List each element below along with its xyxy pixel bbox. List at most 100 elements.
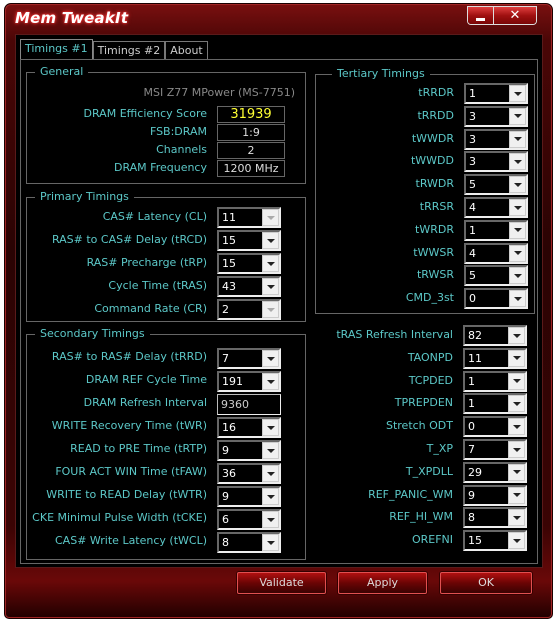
chevron-down-icon (266, 379, 275, 384)
taonpd-value: 11 (468, 351, 482, 365)
trrdd-label: tRRDD (417, 108, 454, 122)
dropdown-arrow-button[interactable] (508, 441, 525, 458)
ras-to-cas-delay-trcd-dropdown[interactable]: 15 (217, 230, 281, 251)
orefni-dropdown[interactable]: 15 (463, 530, 527, 552)
dropdown-arrow-button[interactable] (508, 532, 525, 550)
tab-about[interactable]: About (165, 41, 208, 60)
tab-timings-1[interactable]: Timings #1 (20, 39, 93, 60)
validate-button[interactable]: Validate (237, 572, 326, 594)
four-act-win-time-tfaw-dropdown[interactable]: 36 (217, 463, 281, 484)
ras-to-cas-delay-trcd-value: 15 (222, 234, 236, 247)
dropdown-arrow-button[interactable] (262, 232, 279, 249)
dropdown-arrow-button[interactable] (262, 442, 279, 459)
ras-to-ras-delay-trrd-dropdown[interactable]: 7 (217, 348, 281, 369)
trrdr-label: tRRDR (418, 86, 454, 99)
tcpded-dropdown[interactable]: 1 (463, 370, 527, 392)
trrsr-dropdown[interactable]: 4 (464, 197, 528, 218)
dropdown-arrow-button[interactable] (509, 176, 526, 194)
dropdown-arrow-button[interactable] (262, 465, 279, 482)
tertiary-timings-group: Tertiary Timings tRRDR 1 tRRDD 3 tWWDR 3 tWWDD… (315, 67, 535, 314)
dram-frequency-value: 1200 MHz (217, 160, 285, 177)
dropdown-arrow-button[interactable] (508, 395, 525, 413)
twrdr-dropdown[interactable]: 1 (464, 219, 528, 241)
dropdown-arrow-button[interactable] (508, 349, 525, 367)
dropdown-arrow-button[interactable] (508, 372, 525, 390)
ref-hi-wm-dropdown[interactable]: 8 (463, 507, 527, 529)
ras-to-ras-delay-trrd-value: 7 (222, 352, 229, 365)
chevron-down-icon (512, 493, 521, 498)
t-xpdll-label: T_XPDLL (405, 464, 453, 478)
write-to-read-delay-twtr-label: WRITE to READ Delay (tWTR) (46, 488, 207, 501)
close-button[interactable]: ✕ (494, 7, 536, 24)
cycle-time-tras-dropdown[interactable]: 43 (217, 276, 281, 297)
dropdown-arrow-button[interactable] (509, 130, 526, 148)
dropdown-arrow-button[interactable] (509, 85, 526, 102)
chevron-down-icon (513, 205, 522, 210)
apply-button[interactable]: Apply (338, 572, 427, 594)
trwsr-dropdown[interactable]: 5 (464, 265, 528, 287)
trrdr-dropdown[interactable]: 1 (464, 83, 528, 104)
read-to-pre-time-trtp-value: 9 (222, 444, 229, 457)
dropdown-arrow-button[interactable] (509, 199, 526, 216)
dropdown-arrow-button[interactable] (508, 486, 525, 504)
write-recovery-time-twr-dropdown[interactable]: 16 (217, 417, 281, 438)
tab-panel: General MSI Z77 MPower (MS-7751) DRAM Ef… (20, 59, 538, 564)
dropdown-arrow-button[interactable] (509, 244, 526, 262)
dropdown-arrow-button[interactable] (262, 488, 279, 505)
dropdown-arrow-button[interactable] (262, 419, 279, 436)
tras-refresh-interval-value: 82 (468, 329, 482, 342)
dropdown-arrow-button[interactable] (262, 534, 279, 551)
dropdown-arrow-button[interactable] (509, 107, 526, 125)
twwdd-dropdown[interactable]: 3 (464, 151, 528, 173)
ok-button[interactable]: OK (440, 572, 532, 594)
dram-ref-cycle-time-label: DRAM REF Cycle Time (85, 373, 207, 386)
trrdd-dropdown[interactable]: 3 (464, 105, 528, 127)
dropdown-arrow-button[interactable] (508, 463, 525, 481)
dropdown-arrow-button[interactable] (262, 373, 279, 390)
chevron-down-icon (513, 114, 522, 119)
trwdr-dropdown[interactable]: 5 (464, 174, 528, 196)
dropdown-arrow-button[interactable] (262, 255, 279, 272)
dropdown-arrow-button[interactable] (509, 267, 526, 285)
t-xp-dropdown[interactable]: 7 (463, 439, 527, 460)
twwdr-dropdown[interactable]: 3 (464, 128, 528, 150)
dropdown-arrow-button[interactable] (262, 350, 279, 367)
cke-minimul-pulse-width-tcke-dropdown[interactable]: 6 (217, 509, 281, 530)
tab-bar: Timings #1 Timings #2 About (20, 39, 208, 60)
cas-latency-cl-value: 11 (222, 211, 236, 224)
trrdd-value: 3 (469, 109, 476, 123)
dropdown-arrow-button[interactable] (508, 327, 525, 344)
ref-panic-wm-dropdown[interactable]: 9 (463, 484, 527, 506)
taonpd-dropdown[interactable]: 11 (463, 347, 527, 369)
twrdr-value: 1 (469, 223, 476, 237)
secondary-timings-title: Secondary Timings (35, 327, 150, 340)
minimize-button[interactable] (468, 7, 494, 24)
read-to-pre-time-trtp-dropdown[interactable]: 9 (217, 440, 281, 461)
chevron-down-icon (266, 356, 275, 361)
write-to-read-delay-twtr-dropdown[interactable]: 9 (217, 486, 281, 507)
chevron-down-icon (266, 448, 275, 453)
client-area: Timings #1 Timings #2 About General MSI … (15, 34, 543, 568)
dram-efficiency-score-label: DRAM Efficiency Score (83, 107, 207, 120)
stretch-odt-dropdown[interactable]: 0 (463, 416, 527, 438)
dropdown-arrow-button[interactable] (262, 511, 279, 528)
tras-refresh-interval-dropdown[interactable]: 82 (463, 325, 527, 346)
dram-ref-cycle-time-dropdown[interactable]: 191 (217, 371, 281, 392)
t-xpdll-dropdown[interactable]: 29 (463, 461, 527, 483)
dropdown-arrow-button[interactable] (509, 221, 526, 239)
dropdown-arrow-button[interactable] (509, 290, 526, 308)
ras-precharge-trp-dropdown[interactable]: 15 (217, 253, 281, 274)
dram-efficiency-score-value: 31939 (217, 106, 285, 123)
dropdown-arrow-button[interactable] (262, 278, 279, 295)
twwsr-dropdown[interactable]: 4 (464, 242, 528, 264)
cas-write-latency-twcl-dropdown[interactable]: 8 (217, 532, 281, 553)
dropdown-arrow-button[interactable] (508, 509, 525, 527)
cmd-3st-dropdown[interactable]: 0 (464, 288, 528, 310)
dropdown-arrow-button[interactable] (508, 418, 525, 436)
dropdown-arrow-button[interactable] (509, 153, 526, 171)
tab-timings-2[interactable]: Timings #2 (92, 41, 166, 60)
tprepden-dropdown[interactable]: 1 (463, 393, 527, 415)
dram-refresh-interval-input[interactable]: 9360 (217, 394, 281, 415)
chevron-down-icon (266, 238, 275, 243)
orefni-value: 15 (468, 534, 482, 548)
